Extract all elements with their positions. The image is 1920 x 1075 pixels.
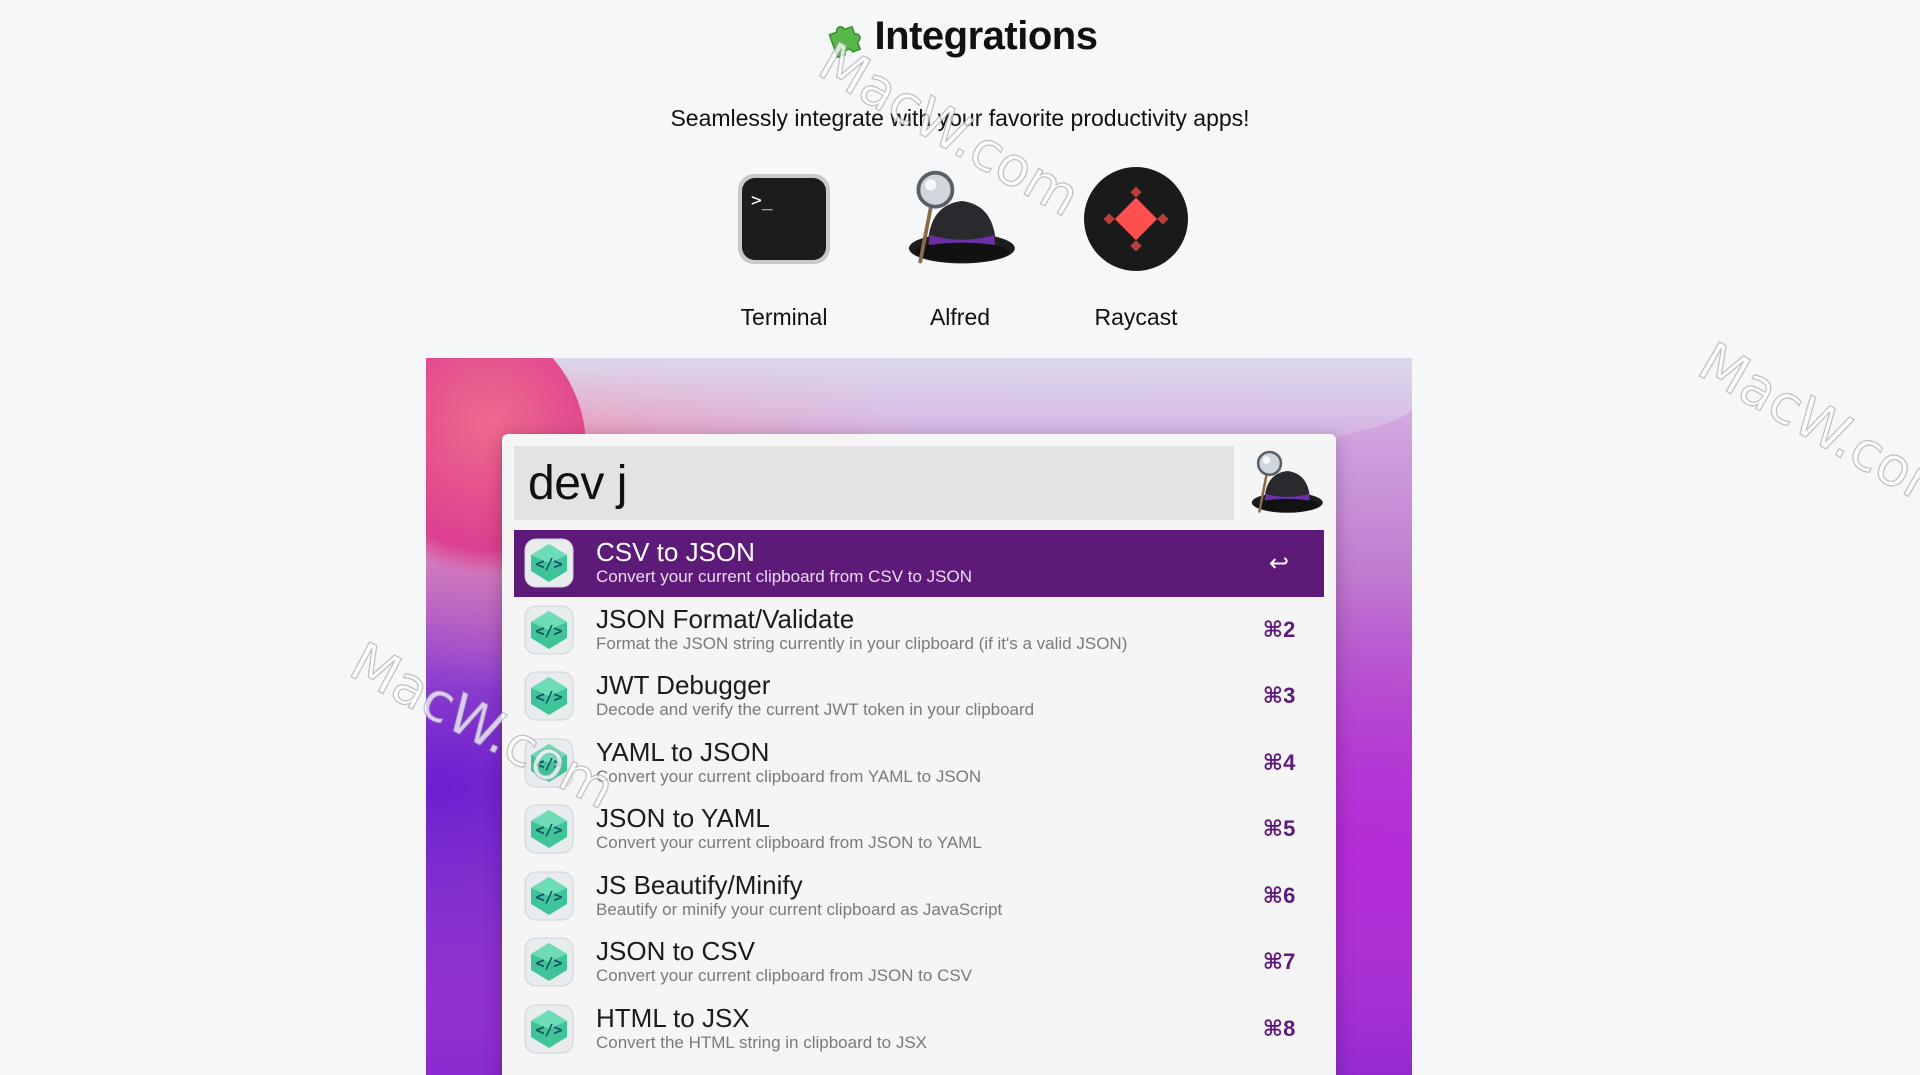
result-title: JS Beautify/Minify [596,869,803,900]
alfred-hat-icon [1248,448,1324,518]
app-alfred[interactable]: Alfred [903,162,1017,331]
result-row-json-format[interactable]: JSON Format/Validate Format the JSON str… [514,597,1324,664]
result-title: CSV to JSON [596,537,755,568]
page-title: Integrations [874,14,1098,58]
result-row-yaml-to-json[interactable]: YAML to JSON Convert your current clipbo… [514,730,1324,797]
result-subtitle: Convert your current clipboard from YAML… [596,766,982,786]
devutils-icon [524,738,574,788]
result-row-js-beautify[interactable]: JS Beautify/Minify Beautify or minify yo… [514,863,1324,930]
svg-text:>_: >_ [751,190,773,211]
devutils-icon [524,1004,574,1054]
result-title: JWT Debugger [596,670,771,701]
result-subtitle: Beautify or minify your current clipboar… [596,899,1003,919]
results-list: CSV to JSON Convert your current clipboa… [514,530,1324,1062]
devutils-icon [524,937,574,987]
devutils-icon [524,605,574,655]
result-row-csv-to-json[interactable]: CSV to JSON Convert your current clipboa… [514,530,1324,597]
search-input[interactable]: dev j [514,446,1234,520]
result-title: HTML to JSX [596,1002,750,1033]
watermark: MacW.com [1688,329,1920,530]
app-label: Alfred [929,304,991,330]
app-label: Raycast [1094,304,1178,330]
alfred-demo-screenshot: dev j CSV to JSON Convert your current c… [426,358,1412,1075]
devutils-icon [524,871,574,921]
result-title: JSON to CSV [596,936,755,967]
result-title: JSON to YAML [596,803,770,834]
result-shortcut: ⌘8 [1262,1015,1296,1041]
result-subtitle: Decode and verify the current JWT token … [596,700,1035,720]
app-raycast[interactable]: Raycast [1079,162,1193,331]
result-shortcut: ⌘3 [1262,683,1296,709]
app-label: Terminal [740,304,828,330]
result-row-jwt-debugger[interactable]: JWT Debugger Decode and verify the curre… [514,663,1324,730]
result-row-json-to-yaml[interactable]: JSON to YAML Convert your current clipbo… [514,796,1324,863]
alfred-hat-icon [903,162,1017,276]
search-query: dev j [528,456,627,510]
result-subtitle: Format the JSON string currently in your… [596,633,1128,653]
raycast-icon [1079,162,1193,276]
result-title: YAML to JSON [596,736,770,767]
result-subtitle: Convert the HTML string in clipboard to … [596,1032,928,1052]
result-subtitle: Convert your current clipboard from JSON… [596,966,973,986]
result-shortcut: ⌘4 [1262,749,1296,775]
app-terminal[interactable]: >_ Terminal [727,162,841,331]
search-row: dev j [514,446,1324,520]
devutils-icon [524,538,574,588]
result-title: JSON Format/Validate [596,603,855,634]
puzzle-icon [827,25,861,58]
page-subtitle: Seamlessly integrate with your favorite … [670,105,1250,131]
result-shortcut: ⌘6 [1262,882,1296,908]
result-subtitle: Convert your current clipboard from CSV … [596,567,973,587]
result-shortcut: ⌘2 [1262,616,1296,642]
devutils-icon [524,671,574,721]
page-header: Integrations [0,14,1920,59]
result-row-json-to-csv[interactable]: JSON to CSV Convert your current clipboa… [514,929,1324,996]
result-row-html-to-jsx[interactable]: HTML to JSX Convert the HTML string in c… [514,996,1324,1063]
integration-apps: >_ Terminal Alfred Raycast [0,162,1920,331]
result-subtitle: Convert your current clipboard from JSON… [596,833,982,853]
result-shortcut: ⌘5 [1262,816,1296,842]
terminal-icon: >_ [727,162,841,276]
alfred-window: dev j CSV to JSON Convert your current c… [502,434,1336,1075]
result-shortcut: ⌘7 [1262,949,1296,975]
return-key-icon: ↩ [1268,549,1290,577]
devutils-icon [524,804,574,854]
